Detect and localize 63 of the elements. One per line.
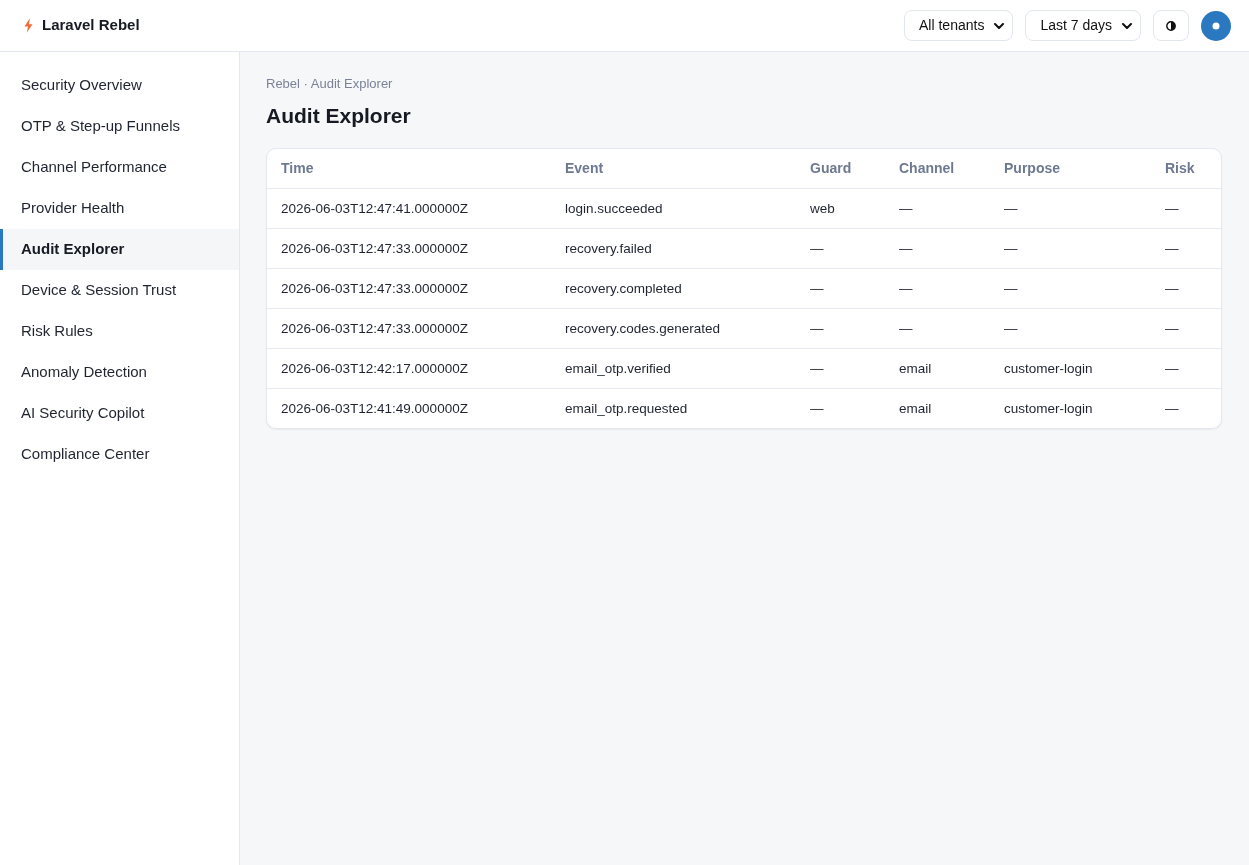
sidebar-item[interactable]: Risk Rules (0, 311, 239, 352)
table-cell: — (1165, 201, 1179, 216)
breadcrumb: Rebel · Audit Explorer (266, 76, 394, 92)
table-cell: — (810, 281, 824, 296)
table-cell: — (1004, 281, 1018, 296)
table-cell: — (810, 361, 824, 376)
table-cell: — (810, 401, 824, 417)
column-header: Purpose (1004, 160, 1060, 177)
table-cell: — (1165, 241, 1179, 256)
table-cell: — (810, 321, 824, 336)
table-cell: — (899, 281, 913, 296)
sidebar-item[interactable]: Compliance Center (0, 434, 239, 475)
table-cell: — (1165, 401, 1179, 417)
table-cell: — (1165, 281, 1179, 296)
table-cell: 2026-06-03T12:47:33.000000Z (281, 281, 468, 296)
table-cell: email_otp.requested (565, 401, 688, 417)
table-cell: — (1004, 321, 1018, 336)
sidebar-item[interactable]: Provider Health (0, 188, 239, 229)
table-cell: email_otp.verified (565, 361, 671, 376)
chevron-down-icon (994, 22, 1005, 29)
brand-name: Laravel Rebel (42, 15, 140, 36)
sidebar-item[interactable]: OTP & Step-up Funnels (0, 106, 239, 147)
contrast-icon (1166, 20, 1176, 31)
table-cell: — (1004, 201, 1018, 216)
table-cell: — (899, 321, 913, 336)
column-header: Risk (1165, 160, 1195, 177)
table-cell: customer-login (1004, 361, 1093, 376)
table-cell: web (810, 201, 835, 216)
table-cell: customer-login (1004, 401, 1093, 417)
table-cell: — (810, 241, 824, 256)
chevron-down-icon (1122, 22, 1132, 29)
sidebar-item[interactable]: Channel Performance (0, 147, 239, 188)
table-cell: email (899, 361, 932, 376)
table-cell: recovery.completed (565, 281, 682, 296)
sidebar-item[interactable]: AI Security Copilot (0, 393, 239, 434)
table-cell: 2026-06-03T12:47:33.000000Z (281, 321, 468, 336)
table-cell: email (899, 401, 932, 417)
table-cell: — (1004, 241, 1018, 256)
table-cell: — (899, 201, 913, 216)
column-header: Guard (810, 160, 852, 177)
filter-select[interactable]: Last 7 days (1025, 10, 1141, 41)
sidebar-item[interactable]: Device & Session Trust (0, 270, 239, 311)
sidebar-item[interactable]: Anomaly Detection (0, 352, 239, 393)
table-cell: recovery.codes.generated (565, 321, 721, 336)
filter-select[interactable]: All tenants (904, 10, 1014, 41)
page-title: Audit Explorer (266, 103, 412, 129)
avatar-icon[interactable] (1201, 10, 1231, 41)
sidebar-item[interactable]: Security Overview (0, 65, 239, 106)
table-cell: — (899, 241, 913, 256)
table-cell: 2026-06-03T12:47:33.000000Z (281, 241, 468, 256)
theme-toggle-button[interactable] (1153, 10, 1189, 41)
column-header: Time (281, 160, 314, 177)
table-cell: 2026-06-03T12:47:41.000000Z (281, 201, 468, 216)
column-header: Event (565, 160, 604, 177)
table-cell: login.succeeded (565, 201, 663, 216)
table-cell: recovery.failed (565, 241, 652, 256)
column-header: Channel (899, 160, 955, 177)
table-cell: — (1165, 321, 1179, 336)
table-cell: — (1165, 361, 1179, 376)
lightning-bolt-icon (24, 18, 33, 33)
table-cell: 2026-06-03T12:42:17.000000Z (281, 361, 468, 376)
table-cell: 2026-06-03T12:41:49.000000Z (281, 401, 468, 417)
sidebar-item[interactable]: Audit Explorer (0, 229, 239, 270)
